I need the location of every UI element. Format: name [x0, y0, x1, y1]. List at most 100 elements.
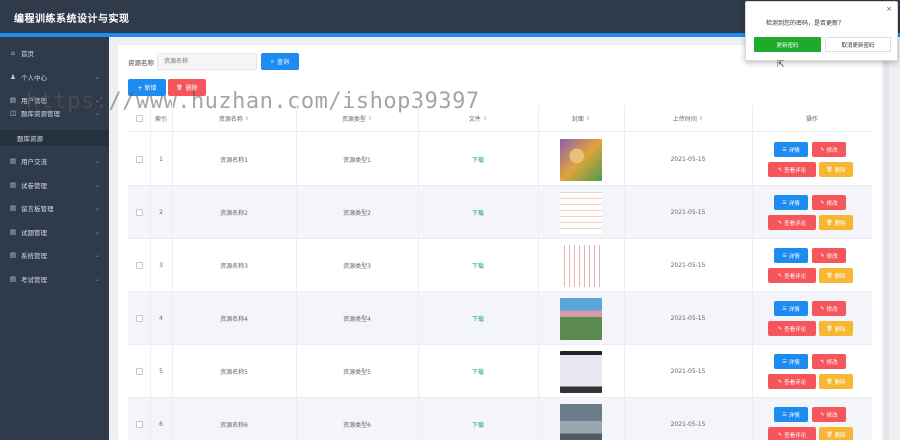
download-link[interactable]: 下载 — [472, 314, 484, 323]
chart-cover — [560, 244, 602, 287]
edit-button[interactable]: ✎ 修改 — [812, 248, 846, 263]
list-icon: ☰ — [782, 252, 787, 259]
view-comments-button[interactable]: ✎ 查看评论 — [768, 321, 816, 336]
download-link[interactable]: 下载 — [472, 261, 484, 270]
chevron-down-icon: ⌄ — [94, 228, 100, 236]
view-comments-button[interactable]: ✎ 查看评论 — [768, 162, 816, 177]
detail-button-label: 详情 — [788, 253, 800, 260]
row-checkbox[interactable] — [135, 156, 143, 163]
table-cell — [538, 398, 624, 440]
detail-button[interactable]: ☰ 详情 — [774, 248, 808, 263]
edit-button[interactable]: ✎ 修改 — [812, 354, 846, 369]
edit-icon: ✎ — [820, 199, 825, 206]
column-divider — [538, 105, 539, 440]
row-delete-button-label: 删除 — [834, 432, 846, 439]
row-checkbox[interactable] — [135, 209, 143, 216]
sort-icon[interactable]: ⇕ — [245, 116, 249, 122]
trash-icon: 🗑 — [826, 431, 833, 438]
sidebar-item-label: 用户交流 — [21, 158, 47, 166]
sidebar-item-0[interactable]: ⌂ 首页 — [0, 45, 109, 61]
edit-button[interactable]: ✎ 修改 — [812, 301, 846, 316]
sort-icon[interactable]: ⇕ — [586, 116, 590, 122]
edit-icon: ✎ — [777, 378, 783, 385]
detail-button-label: 详情 — [788, 306, 800, 313]
row-checkbox[interactable] — [135, 421, 143, 428]
column-header-label: 封面 — [571, 116, 584, 123]
table-cell: 2021-05-15 — [624, 239, 752, 292]
view-comments-button[interactable]: ✎ 查看评论 — [768, 427, 816, 440]
column-header-6[interactable]: 上传时间 ⇕ — [624, 105, 752, 132]
view-comments-button-label: 查看评论 — [784, 379, 807, 386]
sidebar-item-label: 题库资源 — [17, 135, 43, 143]
view-comments-button[interactable]: ✎ 查看评论 — [768, 374, 816, 389]
question-icon: ▤ — [9, 228, 17, 236]
upload-time: 2021-05-15 — [670, 209, 706, 216]
sort-icon[interactable]: ⇕ — [368, 116, 372, 122]
chevron-down-icon: ⌄ — [94, 251, 100, 259]
row-delete-button[interactable]: 🗑 删除 — [819, 215, 853, 230]
table-cell: 6 — [150, 398, 172, 440]
table-cell — [128, 292, 150, 345]
edit-icon: ✎ — [777, 272, 783, 279]
list-icon: ☰ — [782, 199, 787, 206]
upload-time: 2021-05-15 — [670, 156, 706, 163]
sidebar-item-label: 试题管理 — [21, 229, 47, 237]
view-comments-button[interactable]: ✎ 查看评论 — [768, 268, 816, 283]
resource-type: 资源类型4 — [343, 316, 371, 323]
update-password-button[interactable]: 更新密码 — [754, 37, 821, 52]
edit-button-label: 修改 — [826, 306, 838, 313]
edit-button[interactable]: ✎ 修改 — [812, 195, 846, 210]
sidebar-item-6[interactable]: ▤ 试卷管理 ⌄ — [0, 177, 109, 193]
sort-icon[interactable]: ⇕ — [699, 116, 703, 122]
row-delete-button[interactable]: 🗑 删除 — [819, 427, 853, 440]
sidebar-item-label: 考试管理 — [21, 276, 47, 284]
column-header-5[interactable]: 封面 ⇕ — [538, 105, 624, 132]
select-all-checkbox[interactable] — [135, 115, 143, 122]
sidebar-item-4[interactable]: 题库资源 — [0, 130, 109, 146]
sidebar-item-7[interactable]: ▤ 留言板管理 ⌄ — [0, 200, 109, 216]
sidebar-item-8[interactable]: ▤ 试题管理 ⌄ — [0, 224, 109, 240]
cancel-update-button[interactable]: 取消更新密码 — [825, 37, 891, 52]
table-cell: 资源名称4 — [172, 292, 296, 345]
row-delete-button[interactable]: 🗑 删除 — [819, 374, 853, 389]
row-delete-button[interactable]: 🗑 删除 — [819, 162, 853, 177]
popup-message: 检测到您的密码，是否更新？ — [766, 20, 845, 27]
download-link[interactable]: 下载 — [472, 420, 484, 429]
table-cell: 5 — [150, 345, 172, 398]
detail-button[interactable]: ☰ 详情 — [774, 195, 808, 210]
sidebar-item-label: 试卷管理 — [21, 182, 47, 190]
edit-button[interactable]: ✎ 修改 — [812, 407, 846, 422]
sidebar-item-10[interactable]: ▤ 考试管理 ⌄ — [0, 271, 109, 287]
user-icon: ♟ — [10, 73, 16, 81]
row-delete-button[interactable]: 🗑 删除 — [819, 321, 853, 336]
row-checkbox[interactable] — [135, 315, 143, 322]
edit-button-label: 修改 — [826, 253, 838, 260]
exam-icon: ▤ — [9, 275, 17, 283]
sidebar-item-5[interactable]: ▤ 用户交流 ⌄ — [0, 153, 109, 169]
table-cell: 资源类型1 — [296, 133, 418, 186]
edit-button[interactable]: ✎ 修改 — [812, 142, 846, 157]
detail-button[interactable]: ☰ 详情 — [774, 407, 808, 422]
table-cell: 2 — [150, 186, 172, 239]
scrollbar[interactable] — [884, 60, 889, 440]
row-checkbox[interactable] — [135, 262, 143, 269]
row-checkbox[interactable] — [135, 368, 143, 375]
sidebar-item-1[interactable]: ♟ 个人中心 ⌄ — [0, 69, 109, 85]
view-comments-button[interactable]: ✎ 查看评论 — [768, 215, 816, 230]
detail-button[interactable]: ☰ 详情 — [774, 301, 808, 316]
detail-button[interactable]: ☰ 详情 — [774, 354, 808, 369]
download-link[interactable]: 下载 — [472, 208, 484, 217]
search-input[interactable] — [157, 53, 257, 70]
search-button[interactable]: ⌕ 查询 — [261, 53, 299, 70]
download-link[interactable]: 下载 — [472, 155, 484, 164]
table-cell: 下载 — [418, 133, 538, 186]
close-icon[interactable]: × — [886, 5, 892, 13]
table-cell — [538, 292, 624, 345]
sidebar-item-9[interactable]: ▤ 系统管理 ⌄ — [0, 247, 109, 263]
download-link[interactable]: 下载 — [472, 367, 484, 376]
mindmap-cover — [560, 191, 602, 234]
row-delete-button[interactable]: 🗑 删除 — [819, 268, 853, 283]
mouse-cursor-icon: ⇱ — [777, 60, 785, 70]
sort-icon[interactable]: ⇕ — [483, 116, 487, 122]
detail-button[interactable]: ☰ 详情 — [774, 142, 808, 157]
